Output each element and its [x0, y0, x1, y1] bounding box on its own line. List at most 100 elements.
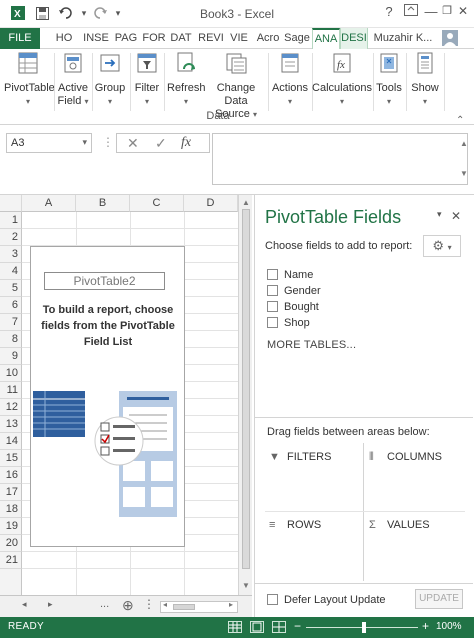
tab-sage[interactable]: Sage: [283, 28, 311, 49]
row-header[interactable]: 9: [0, 348, 22, 365]
active-field-button[interactable]: Active Field ▾: [56, 51, 90, 108]
row-header[interactable]: 1: [0, 212, 22, 229]
row-header[interactable]: 2: [0, 229, 22, 246]
tab-page-layout[interactable]: PAG: [112, 28, 140, 49]
tab-design[interactable]: DESI: [340, 28, 368, 49]
field-checkbox[interactable]: [267, 269, 278, 280]
scroll-thumb[interactable]: [242, 209, 250, 569]
row-header[interactable]: 19: [0, 518, 22, 535]
row-header[interactable]: 5: [0, 280, 22, 297]
row-header[interactable]: 16: [0, 467, 22, 484]
defer-layout-update[interactable]: Defer Layout Update: [267, 594, 386, 606]
show-button[interactable]: Show ▾: [408, 51, 442, 108]
cancel-icon[interactable]: ✕: [127, 135, 139, 152]
sheet-tabs-overflow[interactable]: ...: [100, 598, 109, 610]
filters-area[interactable]: ▼ FILTERS: [265, 447, 365, 511]
pivottable-placeholder[interactable]: PivotTable2 To build a report, choose fi…: [30, 246, 185, 547]
pane-options-icon[interactable]: ▾: [437, 209, 442, 220]
zoom-slider-thumb[interactable]: [362, 622, 366, 633]
zoom-level[interactable]: 100%: [436, 621, 462, 632]
tab-insert[interactable]: INSE: [82, 28, 110, 49]
user-name[interactable]: Muzahir K...: [371, 28, 435, 49]
page-break-view-icon[interactable]: [272, 621, 286, 633]
ribbon-display-options-icon[interactable]: [400, 4, 422, 22]
row-header[interactable]: 20: [0, 535, 22, 552]
group-button[interactable]: Group ▾: [94, 51, 126, 108]
row-header[interactable]: 13: [0, 416, 22, 433]
scroll-down-icon[interactable]: ▼: [242, 581, 250, 590]
tab-analyze[interactable]: ANA: [312, 28, 340, 49]
tab-file[interactable]: FILE: [0, 28, 40, 49]
column-header-c[interactable]: C: [130, 195, 184, 212]
field-checkbox[interactable]: [267, 317, 278, 328]
field-name[interactable]: Name: [267, 269, 313, 285]
row-header[interactable]: 14: [0, 433, 22, 450]
row-header[interactable]: 10: [0, 365, 22, 382]
tab-formulas[interactable]: FOR: [141, 28, 167, 49]
columns-area[interactable]: ⦀ COLUMNS: [365, 447, 465, 511]
update-button[interactable]: UPDATE: [415, 589, 463, 609]
column-header-a[interactable]: A: [22, 195, 76, 212]
row-header[interactable]: 3: [0, 246, 22, 263]
enter-icon[interactable]: ✓: [155, 135, 167, 152]
formula-bar-grip-icon[interactable]: ⋮: [102, 135, 114, 153]
tab-review[interactable]: REVI: [197, 28, 225, 49]
calculations-button[interactable]: fx Calculations ▾: [312, 51, 372, 108]
new-sheet-button[interactable]: ⊕: [122, 597, 134, 614]
tab-acrobat[interactable]: Acro: [254, 28, 282, 49]
field-gender[interactable]: Gender: [267, 285, 321, 301]
close-button[interactable]: ✕: [452, 4, 474, 22]
defer-checkbox[interactable]: [267, 594, 278, 605]
tab-view[interactable]: VIE: [226, 28, 252, 49]
name-box-dropdown-icon[interactable]: ▾: [82, 137, 87, 148]
collapse-formula-icon[interactable]: ▼: [460, 169, 468, 178]
field-bought[interactable]: Bought: [267, 301, 319, 317]
column-header-d[interactable]: D: [184, 195, 238, 212]
row-header[interactable]: 12: [0, 399, 22, 416]
row-header[interactable]: 18: [0, 501, 22, 518]
scroll-right-icon[interactable]: ▸: [229, 600, 233, 609]
row-header[interactable]: 8: [0, 331, 22, 348]
row-header[interactable]: 15: [0, 450, 22, 467]
row-header[interactable]: 4: [0, 263, 22, 280]
horizontal-scroll-thumb[interactable]: [173, 604, 195, 610]
row-header[interactable]: 17: [0, 484, 22, 501]
row-header[interactable]: 7: [0, 314, 22, 331]
row-header[interactable]: 21: [0, 552, 22, 569]
scroll-left-icon[interactable]: ◂: [163, 600, 167, 609]
formula-input[interactable]: [212, 133, 468, 185]
horizontal-scrollbar[interactable]: ◂ ▸: [160, 600, 238, 613]
field-shop[interactable]: Shop: [267, 317, 310, 333]
column-header-b[interactable]: B: [76, 195, 130, 212]
row-header[interactable]: 11: [0, 382, 22, 399]
tab-data[interactable]: DAT: [168, 28, 194, 49]
rows-area[interactable]: ≡ ROWS: [265, 515, 365, 579]
page-layout-view-icon[interactable]: [250, 621, 264, 633]
tools-button[interactable]: Tools ▾: [375, 51, 403, 108]
help-button[interactable]: ?: [378, 4, 400, 22]
close-pane-icon[interactable]: ✕: [451, 209, 461, 223]
field-checkbox[interactable]: [267, 285, 278, 296]
zoom-out-button[interactable]: −: [294, 619, 301, 633]
vertical-scrollbar[interactable]: ▲ ▼: [238, 195, 252, 595]
field-checkbox[interactable]: [267, 301, 278, 312]
select-all-corner[interactable]: [0, 195, 22, 212]
tab-home[interactable]: HO: [52, 28, 76, 49]
actions-button[interactable]: Actions ▾: [270, 51, 310, 108]
scroll-sheets-left-icon[interactable]: ◂: [22, 599, 27, 610]
zoom-in-button[interactable]: +: [422, 619, 429, 633]
row-header[interactable]: 6: [0, 297, 22, 314]
user-avatar[interactable]: [440, 28, 460, 49]
insert-function-icon[interactable]: fx: [181, 135, 191, 151]
values-area[interactable]: Σ VALUES: [365, 515, 465, 579]
field-list-settings-button[interactable]: ⚙ ▾: [423, 235, 461, 257]
expand-formula-icon[interactable]: ▲: [460, 139, 468, 148]
filter-button[interactable]: Filter ▾: [132, 51, 162, 108]
more-tables-link[interactable]: MORE TABLES...: [267, 339, 356, 351]
scroll-up-icon[interactable]: ▲: [242, 198, 250, 207]
horizontal-scroll-grip-icon[interactable]: ⋮: [143, 597, 155, 611]
scroll-sheets-right-icon[interactable]: ▸: [48, 599, 53, 610]
normal-view-icon[interactable]: [228, 621, 242, 633]
refresh-button[interactable]: Refresh ▾: [167, 51, 206, 108]
name-box[interactable]: A3 ▾: [6, 133, 92, 153]
